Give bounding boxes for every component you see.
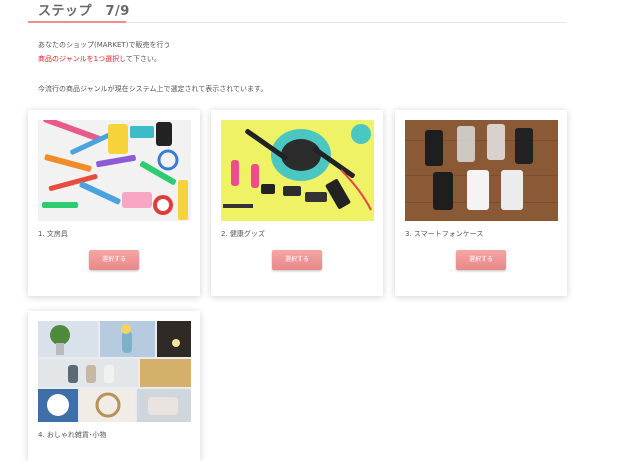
- genre-label: 2. 健康グッズ: [221, 230, 265, 238]
- genre-card-interior-goods: 4. おしゃれ雑貨･小物: [28, 311, 200, 461]
- genre-card-stationery: 1. 文房具 選択する: [28, 110, 200, 296]
- genre-card-fitness: 2. 健康グッズ 選択する: [211, 110, 383, 296]
- genre-label: 1. 文房具: [38, 230, 68, 238]
- select-button-stationery[interactable]: 選択する: [89, 250, 139, 270]
- intro-line-3: 今流行の商品ジャンルが現在システム上で選定されて表示されています。: [38, 85, 268, 93]
- fitness-goods-photo: [221, 120, 374, 221]
- step-underline: [28, 21, 126, 23]
- intro-line-1: あなたのショップ(MARKET)で販売を行う: [38, 41, 171, 49]
- interior-goods-photo: [38, 321, 191, 422]
- phone-cases-photo: [405, 120, 558, 221]
- step-title: ステップ 7/9: [38, 4, 130, 19]
- genre-card-phone-cases: 3. スマートフォンケース 選択する: [395, 110, 567, 296]
- intro-line-2-rest: して下さい。: [119, 55, 161, 63]
- intro-line-2: 商品のジャンルを1つ選択して下さい。: [38, 54, 161, 64]
- step-header: ステップ 7/9: [28, 0, 566, 23]
- select-button-fitness[interactable]: 選択する: [272, 250, 322, 270]
- intro-highlight: 商品のジャンルを1つ選択: [38, 55, 120, 63]
- stationery-photo: [38, 120, 191, 221]
- genre-label: 4. おしゃれ雑貨･小物: [38, 431, 107, 439]
- select-button-phone-cases[interactable]: 選択する: [456, 250, 506, 270]
- genre-label: 3. スマートフォンケース: [405, 230, 484, 238]
